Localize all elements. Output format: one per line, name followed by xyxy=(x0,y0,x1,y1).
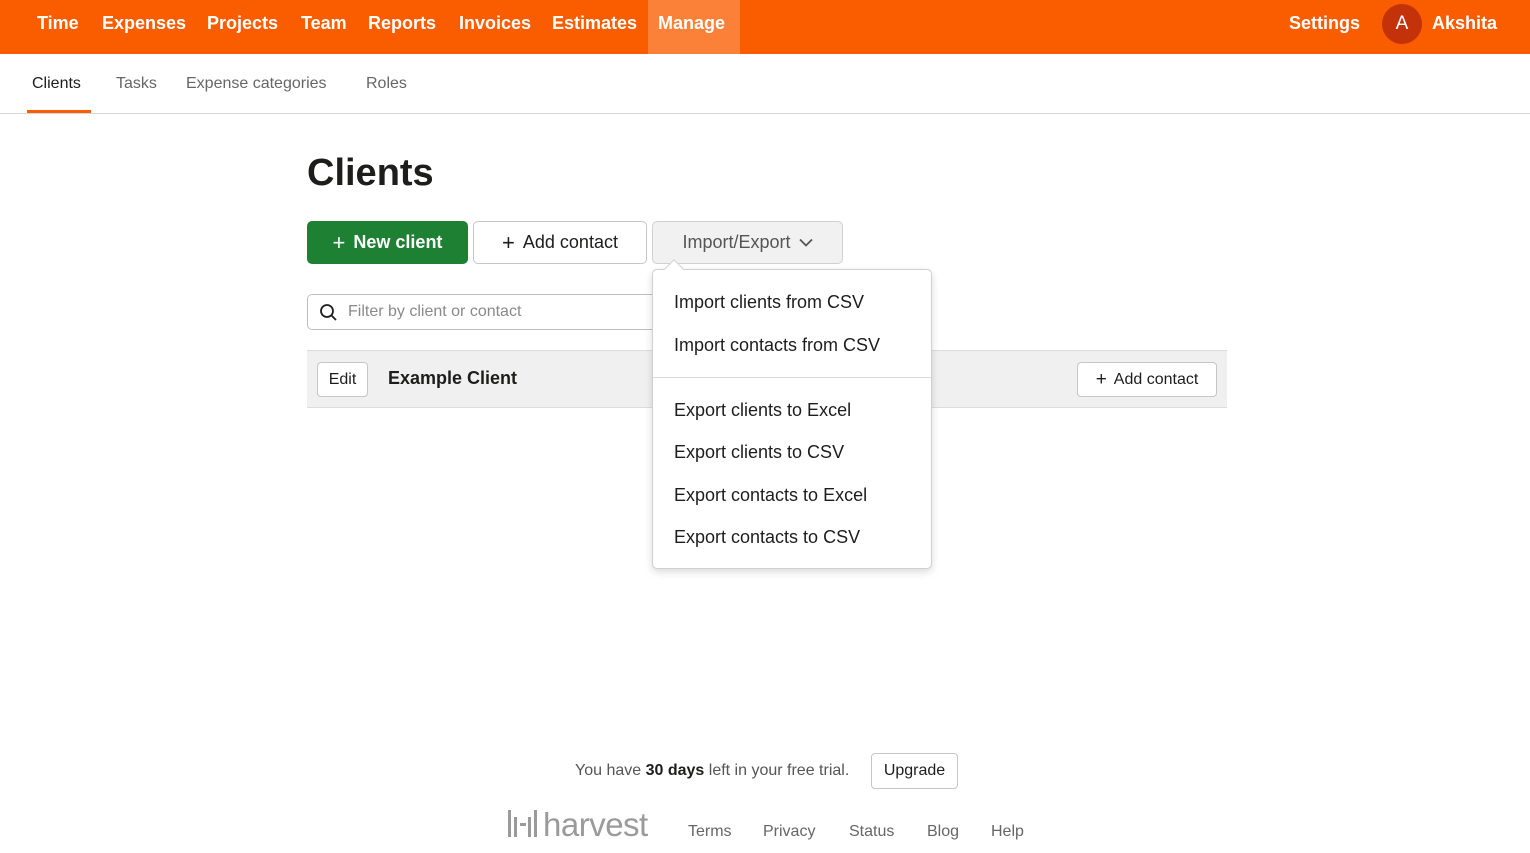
menu-export-clients-csv[interactable]: Export clients to CSV xyxy=(674,442,844,463)
page-title: Clients xyxy=(307,152,434,194)
nav-estimates[interactable]: Estimates xyxy=(542,0,647,54)
menu-export-clients-excel[interactable]: Export clients to Excel xyxy=(674,400,851,421)
menu-import-clients-csv[interactable]: Import clients from CSV xyxy=(674,292,864,313)
footer-help[interactable]: Help xyxy=(991,823,1024,841)
import-export-menu: Import clients from CSV Import contacts … xyxy=(652,259,932,569)
subnav-clients[interactable]: Clients xyxy=(32,54,81,114)
footer-blog[interactable]: Blog xyxy=(927,823,959,841)
add-contact-button[interactable]: + Add contact xyxy=(473,221,647,264)
plus-icon: + xyxy=(1095,369,1107,390)
upgrade-button[interactable]: Upgrade xyxy=(871,753,958,789)
menu-export-contacts-excel[interactable]: Export contacts to Excel xyxy=(674,485,867,506)
sub-nav: Clients Tasks Expense categories Roles xyxy=(0,54,1530,114)
harvest-logo-icon xyxy=(507,808,539,843)
subnav-tasks[interactable]: Tasks xyxy=(116,54,157,114)
nav-projects[interactable]: Projects xyxy=(197,0,288,54)
menu-divider xyxy=(653,377,931,378)
nav-reports[interactable]: Reports xyxy=(358,0,446,54)
subnav-roles[interactable]: Roles xyxy=(366,54,407,114)
trial-prefix: You have xyxy=(575,762,642,779)
search-icon xyxy=(319,303,338,327)
user-name[interactable]: Akshita xyxy=(1422,0,1507,54)
row-add-contact-button[interactable]: + Add contact xyxy=(1077,362,1217,397)
harvest-logo[interactable]: harvest xyxy=(507,806,648,844)
plus-icon: + xyxy=(502,229,515,255)
search-input[interactable] xyxy=(348,301,648,323)
import-export-button[interactable]: Import/Export xyxy=(652,221,843,264)
nav-expenses[interactable]: Expenses xyxy=(92,0,196,54)
nav-time[interactable]: Time xyxy=(27,0,89,54)
nav-manage[interactable]: Manage xyxy=(648,0,740,54)
trial-days: 30 days xyxy=(645,762,705,779)
edit-client-button[interactable]: Edit xyxy=(317,362,368,397)
active-tab-indicator xyxy=(27,110,91,113)
menu-export-contacts-csv[interactable]: Export contacts to CSV xyxy=(674,527,860,548)
client-name[interactable]: Example Client xyxy=(388,368,517,389)
footer-terms[interactable]: Terms xyxy=(688,823,732,841)
import-export-label: Import/Export xyxy=(682,232,791,252)
nav-team[interactable]: Team xyxy=(291,0,357,54)
avatar[interactable]: A xyxy=(1382,4,1422,44)
nav-settings[interactable]: Settings xyxy=(1279,0,1370,54)
top-nav: Time Expenses Projects Team Reports Invo… xyxy=(0,0,1530,54)
plus-icon: + xyxy=(332,229,346,255)
harvest-logo-text: harvest xyxy=(543,806,648,843)
footer-status[interactable]: Status xyxy=(849,823,894,841)
search-field xyxy=(307,294,667,330)
menu-import-contacts-csv[interactable]: Import contacts from CSV xyxy=(674,335,880,356)
new-client-label: New client xyxy=(353,232,443,252)
trial-suffix: left in your free trial. xyxy=(708,762,850,779)
add-contact-label: Add contact xyxy=(522,232,618,252)
footer-privacy[interactable]: Privacy xyxy=(763,823,815,841)
nav-invoices[interactable]: Invoices xyxy=(449,0,541,54)
row-add-contact-label: Add contact xyxy=(1113,370,1199,388)
chevron-down-icon xyxy=(798,238,813,247)
new-client-button[interactable]: + New client xyxy=(307,221,468,264)
trial-notice: You have 30 days left in your free trial… xyxy=(575,762,849,780)
subnav-expense-categories[interactable]: Expense categories xyxy=(186,54,327,114)
